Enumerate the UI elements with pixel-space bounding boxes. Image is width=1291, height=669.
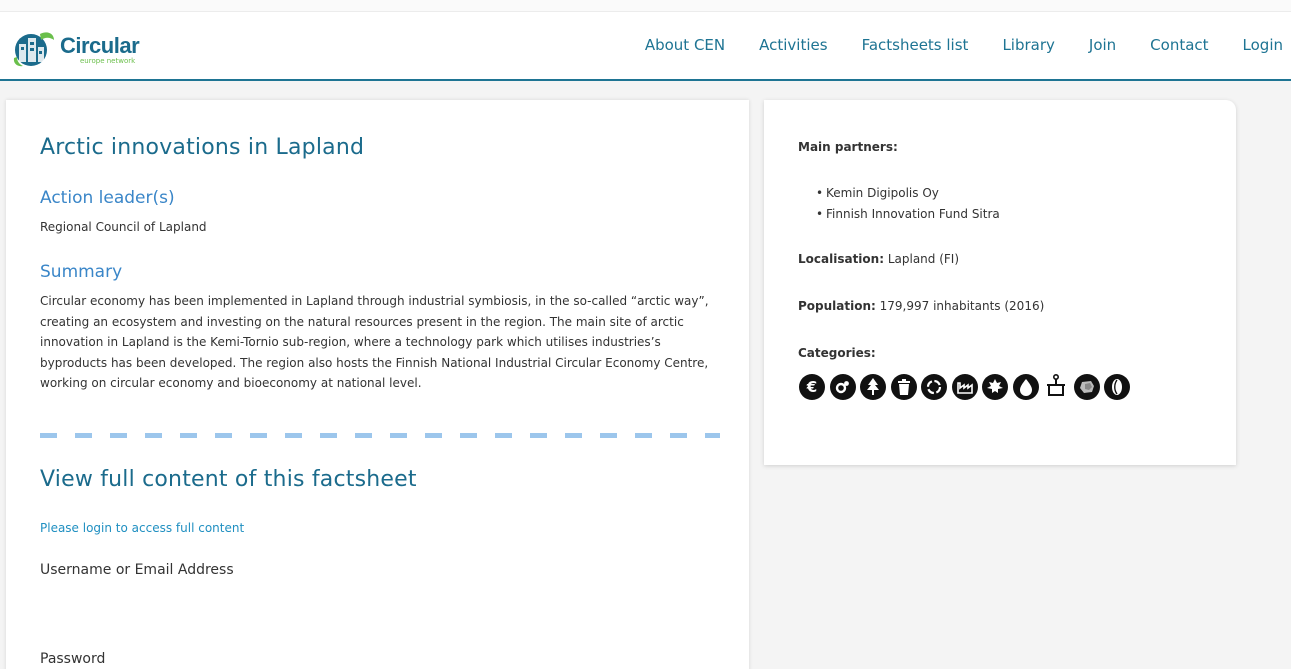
leaf-icon[interactable] [982,374,1008,400]
nav-activities[interactable]: Activities [759,36,827,54]
tap-icon[interactable] [1043,374,1069,400]
nav-login[interactable]: Login [1243,36,1283,54]
bin-icon[interactable] [890,374,917,400]
population-label: Population: [798,299,876,313]
logo-text: Circular europe network [60,33,140,66]
password-label: Password [40,651,106,667]
population-row: Population: 179,997 inhabitants (2016) [798,299,1044,313]
water-icon[interactable] [1012,374,1039,400]
population-value: 179,997 inhabitants (2016) [875,299,1045,313]
action-leader-heading: Action leader(s) [40,188,175,208]
seed-icon[interactable] [1104,374,1130,400]
full-content-heading: View full content of this factsheet [40,467,417,492]
login-prompt-link[interactable]: Please login to access full content [40,521,244,535]
tree-icon[interactable] [860,374,886,400]
factory-icon[interactable] [951,374,978,400]
factsheet-info-panel: Main partners: Kemin Digipolis Oy Finnis… [764,100,1236,465]
nav-factsheets-list[interactable]: Factsheets list [862,36,969,54]
category-icons: € [799,374,1135,400]
recycle-icon[interactable] [921,374,947,400]
summary-heading: Summary [40,262,123,282]
main-nav: About CEN Activities Factsheets list Lib… [645,36,1283,54]
nav-contact[interactable]: Contact [1150,36,1208,54]
partners-list: Kemin Digipolis Oy Finnish Innovation Fu… [816,183,1000,225]
username-input[interactable] [40,586,304,620]
main-partners-label: Main partners: [798,140,898,154]
action-leader-value: Regional Council of Lapland [40,220,207,234]
localisation-value: Lapland (FI) [884,252,960,266]
site-header: Circular europe network About CEN Activi… [0,12,1291,81]
gears-icon[interactable] [829,374,856,400]
logo-subtitle: europe network [80,57,136,65]
logo-icon [10,28,58,68]
dashed-divider [40,433,720,438]
username-label: Username or Email Address [40,562,234,578]
list-item: Finnish Innovation Fund Sitra [816,204,1000,225]
localisation-label: Localisation: [798,252,885,266]
list-item: Kemin Digipolis Oy [816,183,1000,204]
summary-text: Circular economy has been implemented in… [40,294,709,390]
categories-label: Categories: [798,346,876,360]
nav-library[interactable]: Library [1002,36,1054,54]
logo-title: Circular [60,33,140,58]
localisation-row: Localisation: Lapland (FI) [798,252,959,266]
stone-icon[interactable] [1073,374,1100,400]
nav-join[interactable]: Join [1089,36,1116,54]
nav-about-cen[interactable]: About CEN [645,36,725,54]
page-title: Arctic innovations in Lapland [40,135,365,160]
logo[interactable]: Circular europe network [10,28,140,68]
euro-icon[interactable]: € [799,374,825,400]
top-strip [0,0,1291,12]
factsheet-panel: Arctic innovations in Lapland Action lea… [6,100,749,669]
